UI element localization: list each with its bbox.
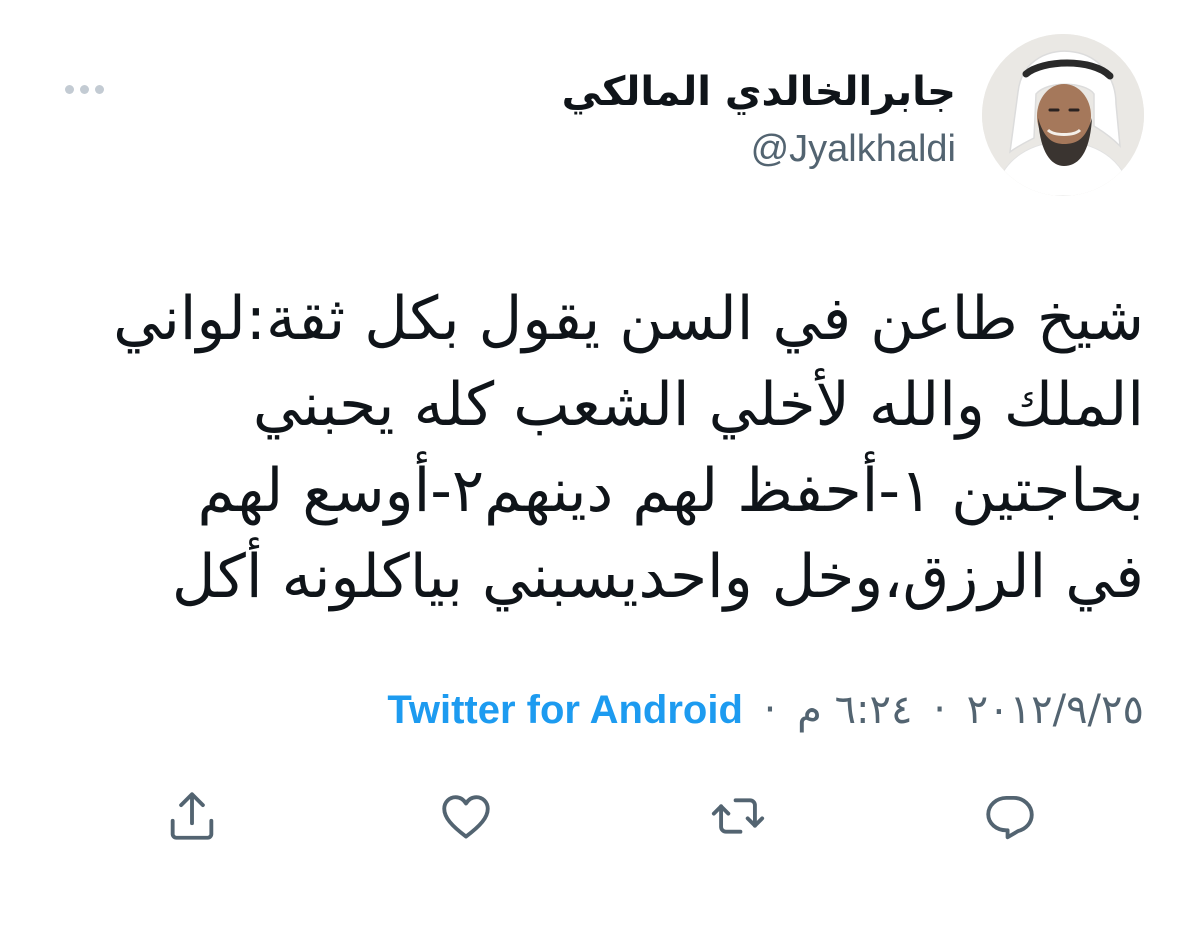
tweet-time: ٦:٢٤ م [797,687,913,733]
share-icon [170,792,214,840]
user-names: جابرالخالدي المالكي @Jyalkhaldi [562,64,956,174]
like-button[interactable] [434,784,498,848]
more-dot-icon [64,84,74,94]
more-options-button[interactable] [58,74,110,104]
more-dot-icon [79,84,89,94]
avatar[interactable] [982,34,1144,196]
meta-separator: · [933,687,946,733]
retweet-button[interactable] [706,784,770,848]
tweet-line: الملك والله لأخلي الشعب كله يحبني [252,370,1144,440]
tweet-date: ٢٠١٢/٩/٢٥ [966,687,1144,733]
retweet-icon [711,798,765,834]
more-dot-icon [94,84,104,94]
tweet-line: بحاجتين ١-أحفظ لهم دينهم٢-أوسع لهم [197,456,1144,526]
display-name[interactable]: جابرالخالدي المالكي [562,64,956,120]
user-handle[interactable]: @Jyalkhaldi [562,124,956,174]
tweet-line: في الرزق،وخل واحديسبني بياكلونه أكل [171,542,1144,612]
tweet-text: شيخ طاعن في السن يقول بكل ثقة:لواني المل… [60,276,1144,620]
reply-button[interactable] [978,784,1042,848]
share-button[interactable] [160,784,224,848]
tweet-line: شيخ طاعن في السن يقول بكل ثقة:لواني [113,284,1144,354]
tweet-source-link[interactable]: Twitter for Android [387,688,743,732]
avatar-photo [982,34,1144,196]
reply-icon [986,795,1034,840]
tweet-meta: ٢٠١٢/٩/٢٥ · ٦:٢٤ م · Twitter for Android [387,682,1144,738]
action-bar [0,784,1200,848]
meta-separator: · [763,687,777,733]
heart-icon [442,795,490,839]
